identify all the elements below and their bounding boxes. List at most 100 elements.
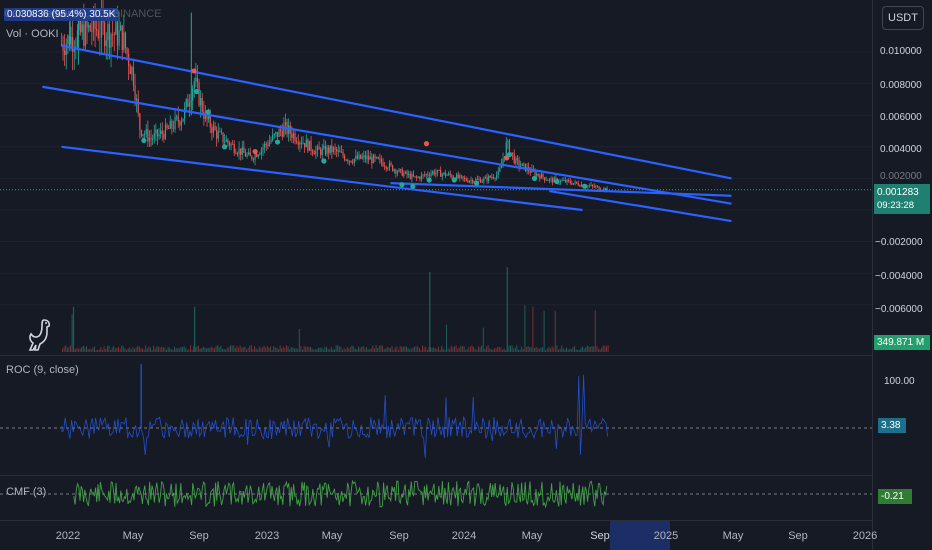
volume-bar <box>260 348 262 352</box>
volume-bar <box>310 346 311 352</box>
candle-body <box>84 19 87 46</box>
volume-bar <box>151 349 153 352</box>
volume-bar <box>553 347 555 352</box>
candle-body <box>150 137 152 140</box>
roc-label[interactable]: ROC (9, close) <box>6 364 79 376</box>
volume-bar <box>74 349 76 352</box>
price-tick: 0.002000 <box>880 171 922 182</box>
buy-marker <box>194 88 200 95</box>
volume-bar <box>167 347 169 352</box>
currency-button[interactable]: USDT <box>882 6 924 30</box>
volume-bar <box>308 347 310 352</box>
candle-body <box>264 143 266 148</box>
volume-label[interactable]: Vol · OOKI <box>6 28 59 40</box>
candle-body <box>260 149 263 154</box>
candle-body <box>192 88 194 101</box>
volume-bar <box>439 349 441 352</box>
volume-bar <box>370 348 372 352</box>
candle-body <box>177 116 179 122</box>
symbol-title[interactable]: OOKI / TetherUS, 1D, BINANCE <box>4 8 162 20</box>
candle-body <box>364 155 367 160</box>
time-label: Sep <box>389 530 409 542</box>
main-chart-pane[interactable] <box>0 0 872 355</box>
candle-body <box>513 153 515 164</box>
volume-bar <box>114 348 116 352</box>
volume-bar <box>497 346 499 352</box>
volume-bar <box>201 348 203 352</box>
volume-bar <box>463 346 465 352</box>
volume-bar <box>434 348 436 352</box>
candle-body <box>425 174 427 176</box>
volume-bar <box>508 345 510 352</box>
candle-body <box>462 176 464 179</box>
candle-body <box>507 140 509 143</box>
cmf-label[interactable]: CMF (3) <box>6 486 46 498</box>
volume-bar <box>86 346 87 352</box>
sell-marker <box>252 148 258 155</box>
volume-bar <box>604 345 606 352</box>
volume-bar <box>148 346 150 352</box>
cmf-pane[interactable] <box>0 476 872 520</box>
candle-body <box>505 142 507 157</box>
candle-body <box>524 163 527 172</box>
volume-bar <box>375 345 377 352</box>
volume-bar <box>274 347 276 352</box>
volume-bar <box>196 346 198 352</box>
volume-bar <box>511 345 513 352</box>
candle-body <box>155 129 157 134</box>
volume-bar <box>97 349 99 352</box>
candle-body <box>256 153 258 157</box>
cmf-value-tag: -0.21 <box>878 489 912 504</box>
price-chart[interactable] <box>0 0 872 355</box>
candle-body <box>158 133 160 137</box>
candle-body <box>212 125 215 133</box>
candle-body <box>534 170 536 176</box>
volume-bar <box>282 346 284 352</box>
candle-body <box>512 152 514 154</box>
candle-body <box>214 125 216 130</box>
candle-body <box>539 175 541 179</box>
roc-pane[interactable] <box>0 356 872 475</box>
volume-bar <box>394 347 396 352</box>
volume-bar <box>492 349 494 352</box>
volume-bar <box>209 347 211 352</box>
volume-bar <box>204 347 206 352</box>
candle-body <box>200 97 202 106</box>
candle-body <box>124 32 127 49</box>
candle-body <box>323 145 325 149</box>
volume-bar <box>170 349 172 352</box>
volume-bar <box>158 346 159 352</box>
volume-bar <box>470 346 471 352</box>
candle-body <box>515 158 517 164</box>
volume-bar <box>607 345 609 352</box>
roc-indicator <box>0 364 872 459</box>
candle-body <box>598 186 600 190</box>
price-tick: 0.010000 <box>880 46 922 57</box>
candle-body <box>216 129 218 139</box>
volume-bar <box>559 348 561 352</box>
candle-body <box>209 115 211 128</box>
candle-body <box>579 185 581 187</box>
candle-body <box>251 156 253 159</box>
volume-bar <box>230 345 231 352</box>
candle-body <box>387 168 389 170</box>
candle-body <box>328 147 330 154</box>
candle-body <box>377 157 379 159</box>
volume-bar <box>386 347 388 352</box>
candle-body <box>120 25 122 31</box>
candle-body <box>348 160 351 162</box>
candle-body <box>139 113 141 131</box>
candle-body <box>419 177 421 180</box>
volume-bar <box>458 347 460 352</box>
candle-body <box>236 153 239 155</box>
volume-bar <box>143 349 145 352</box>
volume-bar <box>290 347 292 352</box>
volume-bar <box>100 346 102 352</box>
volume-bar <box>562 348 564 352</box>
volume-bar <box>484 348 486 352</box>
volume-bar <box>255 348 257 352</box>
candle-body <box>131 66 133 75</box>
buy-marker <box>205 109 211 115</box>
candle-body <box>272 134 274 141</box>
volume-bar <box>462 346 463 352</box>
